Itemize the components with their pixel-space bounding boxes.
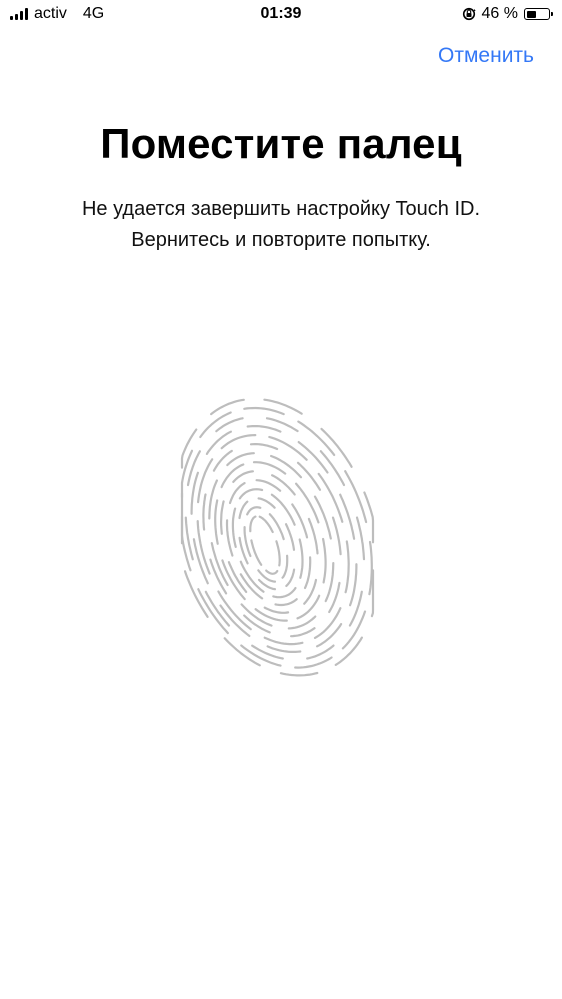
fingerprint-ridge [210,398,245,416]
battery-level-fill [526,10,536,18]
fingerprint-ridge [202,493,207,531]
battery-icon [524,8,553,20]
instruction-text: Не удается завершить настройку Touch ID.… [0,194,562,256]
fingerprint-ridge [368,540,373,596]
fingerprint-ridge [272,586,297,599]
fingerprint-ridge [287,615,317,630]
fingerprint-ridge [263,636,304,646]
cancel-button[interactable]: Отменить [438,44,534,68]
fingerprint-ridge [274,598,298,607]
fingerprint-ridge [339,493,356,540]
fingerprint-ridge [183,570,209,618]
page-title: Поместите палец [100,120,462,167]
instruction-line-1: Не удается завершить настройку Touch ID. [81,198,481,220]
fingerprint-ridge [268,513,285,541]
fingerprint-ridge [226,452,255,467]
fingerprint-ridge [228,482,246,505]
fingerprint-ridge [294,656,333,669]
fingerprint-ridge [285,568,296,587]
fingerprint-ridge [238,488,264,500]
rotation-lock-icon [462,7,476,21]
fingerprint-ridge [370,569,375,618]
fingerprint-ridge [232,470,254,483]
fingerprint-ridge [184,516,194,561]
fingerprint-ridge [265,569,279,575]
status-bar: activ 4G 01:39 46 % [0,0,562,30]
instruction-line-2: Вернитесь и повторите попытку. [131,229,431,251]
fingerprint-ridge [225,519,234,557]
fingerprint-ridge [252,461,287,475]
fingerprint-ridge [320,427,353,468]
fingerprint-ridge [220,500,225,535]
fingerprint-ridge [307,517,319,555]
fingerprint-ridge [344,540,350,594]
fingerprint-ridge [281,554,289,579]
fingerprint-ridge [257,497,276,509]
fingerprint-ridge [231,507,237,548]
fingerprint-ridge [298,538,304,579]
fingerprint-ridge [291,503,309,539]
fingerprint-ridge [355,516,366,561]
fingerprint-ridge [322,537,327,584]
fingerprint-ridge [214,499,219,545]
fingerprint-ridge [279,671,319,677]
fingerprint-ridge [190,471,199,515]
fingerprint-ridge [263,398,303,415]
fingerprint-ridge [258,515,274,534]
fingerprint-ridge [249,515,257,533]
fingerprint-icon [180,398,375,677]
fingerprint-ridge [238,500,249,520]
fingerprint-ridge [284,523,296,551]
fingerprint-ridge [212,449,233,472]
fingerprint-ridge [239,573,264,600]
fingerprint-ridge [331,516,342,556]
fingerprint-ridge [249,443,279,451]
fingerprint-ridge [220,434,257,450]
fingerprint-ridge [239,560,265,593]
fingerprint-ridge [313,607,342,639]
fingerprint-ridge [263,606,290,614]
fingerprint-ridge [246,506,262,516]
fingerprint-ridge [317,472,344,523]
fingerprint-ridge [324,562,335,603]
fingerprint-ridge [290,627,316,638]
fingerprint-ridge [303,556,312,590]
fingerprint-ridge [246,425,282,433]
fingerprint-ridge [215,417,244,433]
fingerprint-ridge [266,645,302,653]
fingerprint-ridge [275,540,281,567]
battery-percentage: 46 % [481,5,518,22]
fingerprint-ridge [349,563,358,607]
fingerprint-ridge [223,637,261,667]
fingerprint-ridge [250,539,263,566]
status-right: 46 % [462,5,553,23]
fingerprint-ridge [306,644,335,660]
fingerprint-ridge [243,406,285,416]
fingerprint-ridge [297,420,336,456]
fingerprint-ridge [271,474,296,496]
fingerprint-ridge [210,542,229,587]
